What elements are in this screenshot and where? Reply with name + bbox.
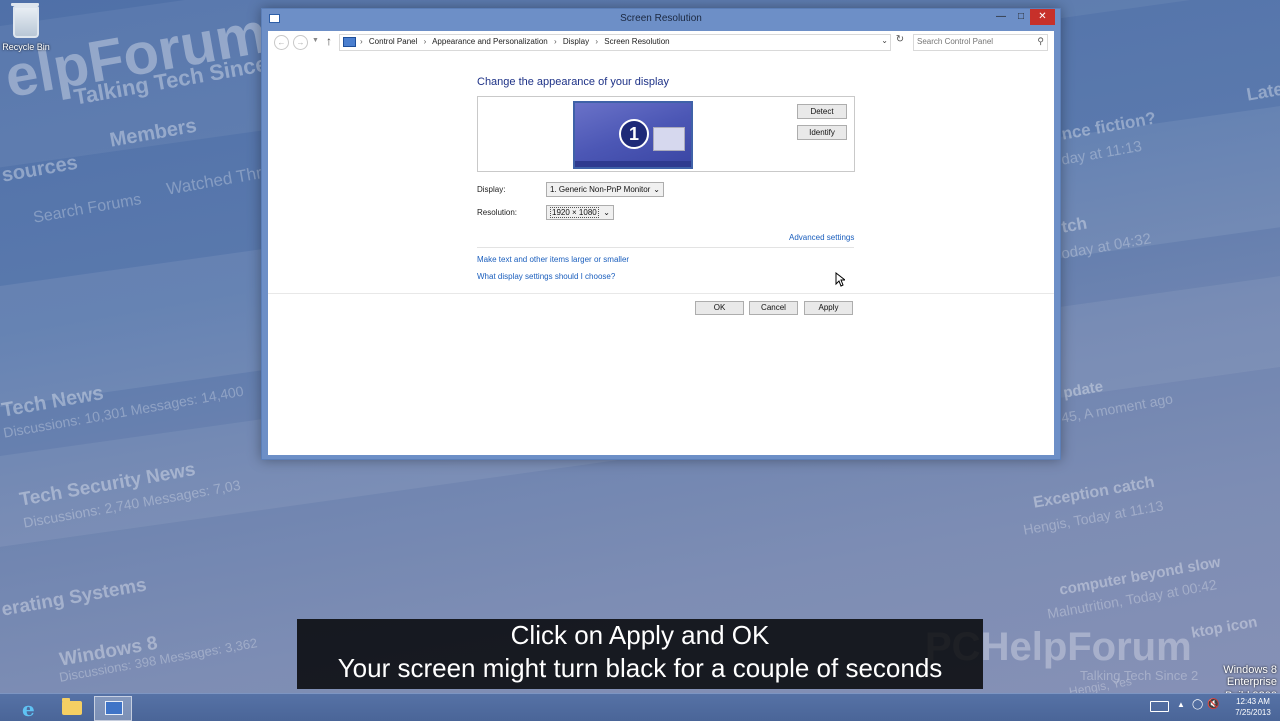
advanced-settings-link[interactable]: Advanced settings — [789, 233, 854, 242]
chevron-down-icon: ⌄ — [603, 208, 610, 217]
chevron-down-icon: ⌄ — [653, 185, 660, 194]
back-button[interactable]: ← — [274, 35, 289, 50]
recycle-bin-label: Recycle Bin — [2, 42, 50, 52]
internet-explorer-icon: e — [22, 697, 35, 721]
network-icon[interactable]: ◯ — [1192, 699, 1203, 710]
screen-resolution-icon — [105, 701, 123, 715]
chevron-down-icon[interactable]: ⌄ — [881, 36, 888, 45]
text-size-link[interactable]: Make text and other items larger or smal… — [477, 255, 629, 264]
search-box[interactable]: ⚲ — [913, 34, 1048, 51]
up-button[interactable]: ↑ — [326, 34, 332, 48]
file-explorer-icon — [62, 698, 82, 715]
volume-muted-icon[interactable]: 🔇 — [1207, 699, 1219, 710]
detect-button[interactable]: Detect — [797, 104, 847, 119]
forward-button[interactable]: → — [293, 35, 308, 50]
resolution-label: Resolution: — [477, 208, 518, 217]
subtitle-line-1: Click on Apply and OK — [510, 620, 770, 650]
taskbar-screen-resolution[interactable] — [94, 696, 132, 721]
page-title: Change the appearance of your display — [477, 76, 670, 88]
divider — [477, 247, 854, 248]
cancel-button[interactable]: Cancel — [749, 301, 798, 315]
start-screen-tiles-icon — [653, 127, 685, 151]
control-panel-icon — [343, 37, 356, 47]
window-client: ← → ▼ ↑ › Control Panel › Appearance and… — [268, 31, 1054, 455]
divider — [268, 293, 1054, 294]
recent-locations-icon[interactable]: ▼ — [312, 37, 319, 44]
search-icon[interactable]: ⚲ — [1037, 36, 1044, 47]
subtitle-box: Click on Apply and OK Your screen might … — [297, 619, 983, 689]
navigation-bar: ← → ▼ ↑ › Control Panel › Appearance and… — [268, 31, 1054, 53]
close-button[interactable]: ✕ — [1030, 9, 1055, 25]
display-select-value: 1. Generic Non-PnP Monitor — [550, 185, 651, 194]
breadcrumb-separator: › — [553, 37, 557, 46]
breadcrumb-display[interactable]: Display — [563, 37, 589, 46]
breadcrumb-separator: › — [423, 37, 427, 46]
recycle-bin-icon — [11, 3, 39, 38]
clock-date: 7/25/2013 — [1235, 708, 1271, 717]
refresh-icon[interactable]: ↻ — [893, 34, 907, 49]
display-label: Display: — [477, 185, 506, 194]
mouse-pointer-icon — [835, 272, 845, 287]
subtitle-line-2: Your screen might turn black for a coupl… — [337, 653, 943, 683]
breadcrumb-separator: › — [595, 37, 598, 46]
breadcrumb: › Control Panel › Appearance and Persona… — [360, 37, 674, 46]
wallpaper-text: ktop icon — [1190, 613, 1259, 642]
search-input[interactable] — [917, 37, 1027, 46]
breadcrumb-control-panel[interactable]: Control Panel — [369, 37, 417, 46]
ok-button[interactable]: OK — [695, 301, 744, 315]
title-bar[interactable]: Screen Resolution — □ ✕ — [262, 9, 1060, 31]
resolution-select[interactable]: 1920 × 1080 ⌄ — [546, 205, 614, 220]
wallpaper-text: Search Forums — [32, 191, 143, 227]
breadcrumb-separator: › — [360, 37, 363, 46]
breadcrumb-appearance[interactable]: Appearance and Personalization — [432, 37, 548, 46]
recycle-bin[interactable]: Recycle Bin — [2, 3, 50, 52]
display-select[interactable]: 1. Generic Non-PnP Monitor ⌄ — [546, 182, 664, 197]
address-bar[interactable]: › Control Panel › Appearance and Persona… — [339, 34, 891, 51]
taskbar-internet-explorer[interactable]: e — [13, 696, 49, 721]
breadcrumb-screen-resolution[interactable]: Screen Resolution — [604, 37, 669, 46]
taskbar-file-explorer[interactable] — [54, 696, 90, 719]
identify-button[interactable]: Identify — [797, 125, 847, 140]
monitor-1-thumbnail[interactable]: 1 — [573, 101, 693, 169]
display-preview: 1 Detect Identify — [477, 96, 855, 172]
wallpaper-text: erating Systems — [0, 574, 149, 621]
taskbar: e ▲ ◯ 🔇 12:43 AM 7/25/2013 — [0, 693, 1280, 721]
maximize-button[interactable]: □ — [1011, 9, 1031, 25]
apply-button[interactable]: Apply — [804, 301, 853, 315]
monitor-taskbar — [575, 161, 691, 167]
minimize-button[interactable]: — — [991, 9, 1011, 25]
display-settings-help-link[interactable]: What display settings should I choose? — [477, 272, 615, 281]
window-title: Screen Resolution — [620, 13, 702, 24]
watermark-edition: Windows 8 Enterprise — [1223, 664, 1277, 688]
touch-keyboard-icon[interactable] — [1150, 701, 1169, 712]
clock-time: 12:43 AM — [1236, 697, 1270, 706]
show-hidden-icons-icon[interactable]: ▲ — [1177, 700, 1185, 709]
monitor-number: 1 — [619, 119, 649, 149]
screen-resolution-window: Screen Resolution — □ ✕ ← → ▼ ↑ › Contro… — [261, 8, 1061, 460]
clock[interactable]: 12:43 AM 7/25/2013 — [1223, 696, 1280, 718]
resolution-select-value: 1920 × 1080 — [550, 207, 599, 218]
wallpaper-text: Watched Thre — [165, 161, 273, 199]
wallpaper-text: Late — [1245, 78, 1280, 105]
